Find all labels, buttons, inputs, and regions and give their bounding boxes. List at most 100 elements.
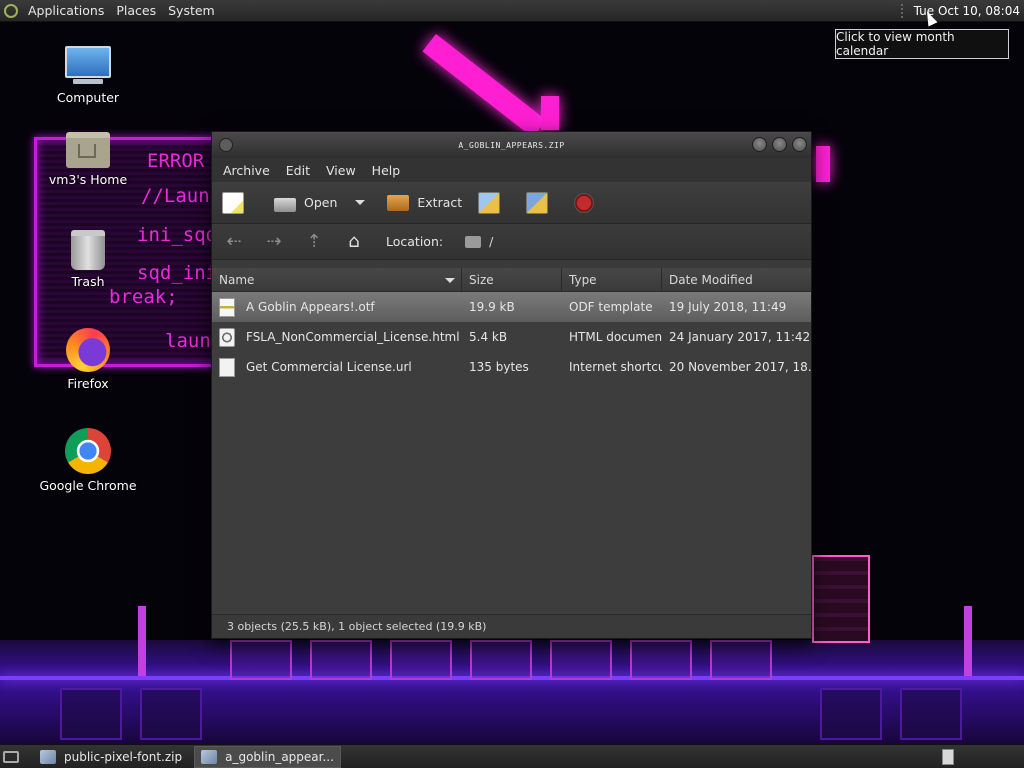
wallpaper-post <box>138 606 146 676</box>
file-row[interactable]: A Goblin Appears!.otf 19.9 kB ODF templa… <box>212 292 811 322</box>
wallpaper-code-line: break; <box>109 286 178 308</box>
desktop-icon-label: Firefox <box>67 376 109 391</box>
html-file-icon <box>219 327 235 347</box>
window-menubar: Archive Edit View Help <box>212 158 811 182</box>
stop-button[interactable] <box>574 187 602 219</box>
panel-handle[interactable] <box>900 3 904 18</box>
desktop-icon-home[interactable]: vm3's Home <box>38 132 138 187</box>
menu-archive[interactable]: Archive <box>218 163 281 178</box>
wallpaper-neon-stripe <box>422 34 547 138</box>
wallpaper-cell <box>140 688 202 740</box>
archive-manager-window: a_goblin_appears.zip Archive Edit View H… <box>211 131 812 639</box>
archive-icon <box>201 749 218 764</box>
wallpaper-post <box>964 606 972 676</box>
file-date: 20 November 2017, 18… <box>669 360 811 374</box>
column-header-label: Name <box>219 272 255 287</box>
maximize-button[interactable] <box>772 137 787 152</box>
minimize-button[interactable] <box>752 137 767 152</box>
add-files-button[interactable] <box>478 187 508 219</box>
wallpaper-cell <box>900 688 962 740</box>
file-icon <box>219 357 235 377</box>
column-header-label: Size <box>469 272 494 287</box>
file-name-cell: Get Commercial License.url <box>212 357 462 377</box>
menu-help[interactable]: Help <box>367 163 412 178</box>
file-name-cell: A Goblin Appears!.otf <box>212 297 462 317</box>
distro-logo-icon[interactable] <box>0 0 22 22</box>
file-type: HTML document <box>569 330 662 344</box>
home-icon[interactable]: ⌂ <box>344 231 364 252</box>
home-folder-icon <box>66 132 110 168</box>
bottom-taskbar: public-pixel-font.zip a_goblin_appear... <box>0 744 1024 768</box>
file-date: 24 January 2017, 11:42 <box>669 330 811 344</box>
window-titlebar[interactable]: a_goblin_appears.zip <box>212 132 811 158</box>
add-folder-button[interactable] <box>526 187 556 219</box>
menu-edit[interactable]: Edit <box>281 163 321 178</box>
wallpaper-crate <box>390 640 452 680</box>
show-desktop-icon[interactable] <box>0 746 22 768</box>
top-panel: Applications Places System Tue Oct 10, 0… <box>0 0 1024 22</box>
column-header-size[interactable]: Size <box>462 267 562 292</box>
open-button[interactable]: Open <box>274 187 337 219</box>
new-archive-button[interactable] <box>222 187 252 219</box>
taskbar-item-active[interactable]: a_goblin_appear... <box>194 745 341 768</box>
wallpaper-code-line: //Launc <box>141 185 222 207</box>
column-header-label: Type <box>569 272 597 287</box>
menu-applications[interactable]: Applications <box>22 0 110 22</box>
file-name: FSLA_NonCommercial_License.html <box>246 330 460 344</box>
desktop-icon-label: Trash <box>71 274 105 289</box>
archive-icon <box>40 749 56 764</box>
wallpaper-crate <box>230 640 292 680</box>
desktop-icon-label: Computer <box>56 90 120 105</box>
menu-system[interactable]: System <box>162 0 221 22</box>
file-row[interactable]: Get Commercial License.url 135 bytes Int… <box>212 352 811 382</box>
file-name: A Goblin Appears!.otf <box>246 300 375 314</box>
wallpaper-code-line: ERROR <box>147 150 205 172</box>
open-archive-icon <box>274 197 296 212</box>
window-title: a_goblin_appears.zip <box>458 140 565 150</box>
desktop-icon-label: Google Chrome <box>39 478 137 493</box>
wallpaper-neon-stripe <box>541 96 559 130</box>
column-header-date[interactable]: Date Modified <box>662 268 811 292</box>
folder-icon <box>465 235 482 248</box>
open-button-label: Open <box>304 195 338 210</box>
wallpaper-cell <box>60 688 122 740</box>
open-recent-dropdown[interactable] <box>355 187 381 219</box>
desktop-icon-computer[interactable]: Computer <box>38 46 138 105</box>
taskbar-item[interactable]: public-pixel-font.zip <box>34 746 188 768</box>
desktop-icon-firefox[interactable]: Firefox <box>38 328 138 391</box>
wallpaper-crate <box>630 640 692 680</box>
back-arrow-icon[interactable]: ⇠ <box>224 231 244 252</box>
extract-button[interactable]: Extract <box>387 187 462 219</box>
column-header-type[interactable]: Type <box>562 267 662 292</box>
close-button[interactable] <box>792 137 807 152</box>
wallpaper-code-line: sqd_ini <box>137 262 218 284</box>
up-arrow-icon[interactable]: ⇡ <box>304 231 324 252</box>
wallpaper-crate <box>550 640 612 680</box>
extract-icon <box>387 194 410 211</box>
column-header-label: Date Modified <box>669 272 753 287</box>
desktop-icon-chrome[interactable]: Google Chrome <box>38 428 138 493</box>
file-name: Get Commercial License.url <box>246 360 412 374</box>
workspace-switcher[interactable] <box>942 749 954 765</box>
file-row[interactable]: FSLA_NonCommercial_License.html 5.4 kB H… <box>212 322 811 352</box>
add-folder-icon <box>526 191 549 214</box>
new-archive-icon <box>222 191 244 214</box>
add-files-icon <box>478 191 501 214</box>
wallpaper-crate <box>710 640 772 680</box>
wallpaper-code-line: laun <box>165 330 211 352</box>
status-bar: 3 objects (25.5 kB), 1 object selected (… <box>212 614 811 638</box>
window-menu-icon[interactable] <box>219 138 233 152</box>
wallpaper-shelf-stack <box>812 555 870 643</box>
forward-arrow-icon[interactable]: ⇢ <box>264 231 284 252</box>
desktop-icon-trash[interactable]: Trash <box>38 230 138 289</box>
column-header-name[interactable]: Name <box>212 267 462 292</box>
chevron-down-icon <box>355 200 366 205</box>
menu-places[interactable]: Places <box>110 0 162 22</box>
location-label: Location: <box>386 234 444 249</box>
location-path[interactable]: / <box>489 234 493 249</box>
file-size: 135 bytes <box>469 360 529 374</box>
file-type: Internet shortcut <box>569 360 662 374</box>
file-list: Name Size Type Date Modified A Goblin Ap… <box>212 267 811 615</box>
chrome-icon <box>65 428 111 474</box>
menu-view[interactable]: View <box>321 163 367 178</box>
